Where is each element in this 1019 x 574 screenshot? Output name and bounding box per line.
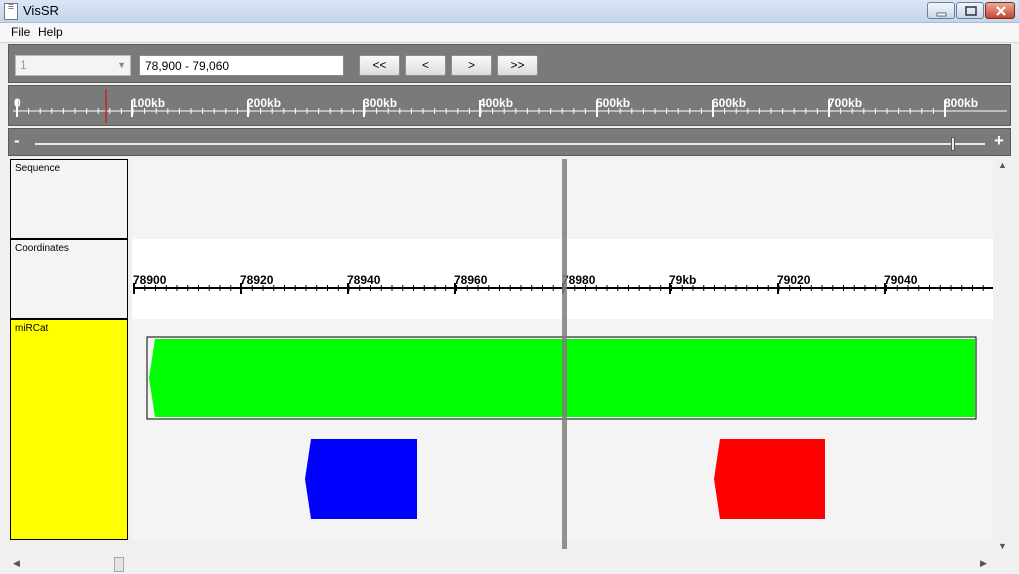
navigation-toolbar: 1 ▼ << < > >> (8, 44, 1011, 83)
genome-tick-label: 500kb (596, 96, 630, 110)
coord-tick-label: 78900 (133, 273, 167, 287)
genome-ruler-canvas: 0 100kb 200kb 300kb 400kb 500kb 600kb 70… (13, 89, 1007, 123)
genome-tick-label: 800kb (944, 96, 978, 110)
genome-tick-label: 600kb (712, 96, 746, 110)
vertical-scrollbar[interactable]: ▲ ▼ (993, 157, 1011, 556)
coord-tick-label: 78960 (454, 273, 488, 287)
scroll-down-icon[interactable]: ▼ (998, 541, 1007, 551)
chromosome-select[interactable]: 1 ▼ (15, 55, 131, 76)
horizontal-scroll-thumb[interactable] (114, 557, 124, 572)
chromosome-value: 1 (20, 58, 27, 72)
mircat-feature-red[interactable] (714, 439, 825, 519)
range-input[interactable] (139, 55, 344, 76)
genome-tick-label: 200kb (247, 96, 281, 110)
app-icon: ☰ (4, 3, 18, 20)
close-button[interactable] (985, 2, 1015, 19)
genome-tick-label: 100kb (131, 96, 165, 110)
menu-file[interactable]: File (11, 25, 30, 39)
zoom-in-button[interactable]: + (994, 132, 1004, 150)
mircat-feature-blue[interactable] (305, 439, 417, 519)
scroll-right-icon[interactable]: ▶ (980, 558, 987, 569)
genome-overview-ruler[interactable]: 0 100kb 200kb 300kb 400kb 500kb 600kb 70… (8, 85, 1011, 126)
scroll-up-icon[interactable]: ▲ (998, 160, 1007, 170)
zoom-out-button[interactable]: - (14, 132, 20, 150)
genome-tick-label: 400kb (479, 96, 513, 110)
scroll-left-icon[interactable]: ◀ (13, 558, 20, 569)
step-left-button[interactable]: < (405, 55, 446, 76)
genome-tick-label: 300kb (363, 96, 397, 110)
step-right-button[interactable]: > (451, 55, 492, 76)
title-bar: ☰ VisSR (0, 0, 1019, 23)
zoom-slider-thumb[interactable] (951, 137, 955, 151)
jump-far-right-button[interactable]: >> (497, 55, 538, 76)
coord-tick-label: 79020 (777, 273, 811, 287)
coord-tick-label: 78980 (562, 273, 596, 287)
menu-help[interactable]: Help (38, 25, 63, 39)
window-title: VisSR (23, 3, 59, 18)
zoom-bar: - + (8, 128, 1011, 156)
genome-tick-label: 700kb (828, 96, 862, 110)
track-label-mircat[interactable]: miRCat (10, 319, 128, 540)
zoom-slider-track[interactable] (35, 143, 985, 145)
maximize-button[interactable] (956, 2, 984, 19)
menu-bar: File Help (0, 23, 1019, 43)
maximize-icon (965, 6, 977, 16)
close-icon (996, 6, 1006, 16)
track-label-sequence[interactable]: Sequence (10, 159, 128, 239)
minimize-button[interactable] (927, 2, 955, 19)
track-label-coordinates[interactable]: Coordinates (10, 239, 128, 319)
scroll-corner (993, 556, 1011, 572)
jump-far-left-button[interactable]: << (359, 55, 400, 76)
coord-tick-label: 79040 (884, 273, 918, 287)
position-cursor-line[interactable] (562, 159, 567, 549)
genome-tick-label: 0 (14, 96, 21, 110)
chevron-down-icon: ▼ (117, 60, 126, 70)
coord-tick-label: 78940 (347, 273, 381, 287)
horizontal-scrollbar[interactable]: ◀ ▶ (8, 556, 993, 572)
coord-tick-label: 79kb (669, 273, 696, 287)
minimize-icon (936, 12, 947, 17)
coord-tick-label: 78920 (240, 273, 274, 287)
track-panel: Sequence Coordinates miRCat 78900 78920 … (8, 157, 1011, 556)
